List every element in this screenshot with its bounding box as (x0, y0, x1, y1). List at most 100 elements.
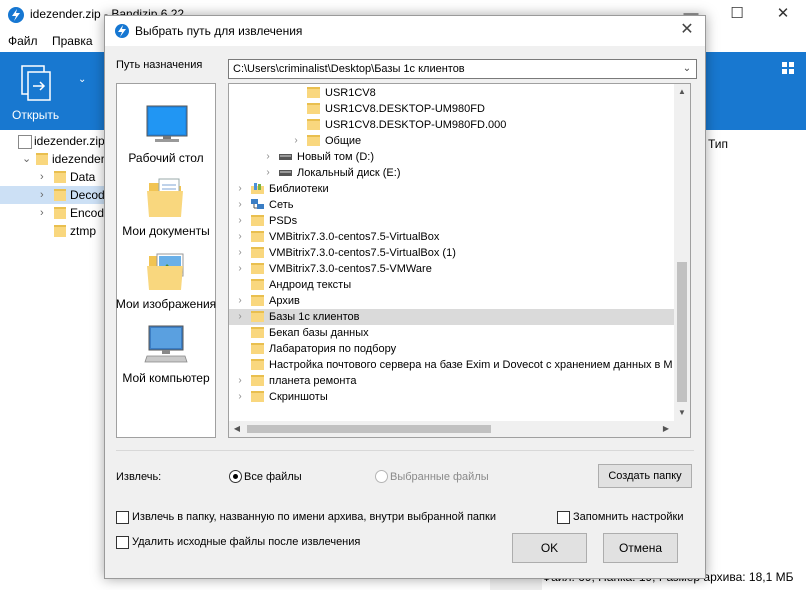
folder-icon (54, 189, 66, 201)
tree-expander-chevron-icon[interactable]: › (235, 373, 245, 389)
tree-expander-chevron-icon[interactable]: › (235, 293, 245, 309)
folder-tree-item[interactable]: › Сеть (229, 197, 674, 213)
tree-expander-chevron-icon[interactable]: › (263, 165, 273, 181)
tree-vertical-scrollbar[interactable]: ▲ ▼ (674, 84, 690, 421)
tree-expander-icon[interactable]: › (40, 168, 44, 186)
tree-horizontal-scrollbar[interactable]: ◀ ▶ (229, 421, 674, 437)
folder-tree-item[interactable]: › Архив (229, 293, 674, 309)
tree-expander-icon[interactable]: › (40, 186, 44, 204)
open-button-label[interactable]: Открыть (12, 108, 59, 122)
folder-icon (307, 103, 320, 114)
folder-icon (251, 215, 264, 226)
folder-tree-item[interactable]: › Скриншоты (229, 389, 674, 405)
folder-tree-item[interactable]: › планета ремонта (229, 373, 674, 389)
archive-tree-item[interactable]: › Decode (0, 186, 111, 204)
scroll-left-icon[interactable]: ◀ (229, 421, 245, 437)
tree-expander-chevron-icon[interactable]: › (235, 389, 245, 405)
folder-tree-item[interactable]: Бекап базы данных (229, 325, 674, 341)
open-archive-icon[interactable] (20, 64, 54, 102)
folder-icon (251, 327, 264, 338)
cancel-button[interactable]: Отмена (603, 533, 678, 563)
tree-expander-chevron-icon[interactable]: › (235, 245, 245, 261)
folder-tree-item-label: Андроид тексты (269, 279, 352, 291)
checkbox-delete-source[interactable] (116, 536, 129, 549)
folder-tree-item[interactable]: Лабаратория по подбору (229, 341, 674, 357)
folder-tree-item-label: USR1CV8.DESKTOP-UM980FD (325, 103, 485, 115)
maximize-button[interactable]: ☐ (714, 0, 760, 30)
archive-tree-item[interactable]: idezender.zip (0, 132, 105, 150)
folder-tree-item-label: PSDs (269, 215, 298, 227)
tree-expander-chevron-icon[interactable]: › (235, 197, 245, 213)
horizontal-scroll-thumb[interactable] (247, 425, 491, 433)
scroll-up-icon[interactable]: ▲ (674, 84, 690, 100)
archive-tree-item[interactable]: ⌄ idezender (0, 150, 105, 168)
menu-file[interactable]: Файл (8, 34, 38, 48)
tree-expander-icon[interactable]: › (40, 204, 44, 222)
view-grid-icon[interactable] (782, 62, 794, 74)
folder-tree-item-label: Сеть (269, 199, 294, 211)
extract-path-dialog: Выбрать путь для извлечения ✕ Путь назна… (104, 15, 706, 579)
folder-tree-item[interactable]: › Общие (229, 133, 674, 149)
folder-tree-item[interactable]: › VMBitrix7.3.0-centos7.5-VirtualBox (1) (229, 245, 674, 261)
tree-expander-chevron-icon[interactable]: › (235, 181, 245, 197)
radio-selected-files-label: Выбранные файлы (390, 471, 489, 483)
tree-expander-chevron-icon[interactable]: › (235, 309, 245, 325)
create-folder-button[interactable]: Создать папку (598, 464, 692, 488)
pictures-icon (143, 250, 189, 292)
folder-tree-item[interactable]: › Новый том (D:) (229, 149, 674, 165)
close-window-button[interactable]: ✕ (760, 0, 806, 30)
folder-tree-item-label: Базы 1с клиентов (269, 311, 360, 323)
tree-expander-icon[interactable]: ⌄ (22, 150, 31, 168)
checkbox-extract-to-folder[interactable] (116, 511, 129, 524)
drive-icon (279, 151, 292, 162)
folder-tree-item[interactable]: Настройка почтового сервера на базе Exim… (229, 357, 674, 373)
folder-icon (251, 375, 264, 386)
folder-tree-item[interactable]: › PSDs (229, 213, 674, 229)
archive-tree-item[interactable]: › Encode (0, 204, 111, 222)
folder-tree-item[interactable]: Андроид тексты (229, 277, 674, 293)
documents-icon (143, 177, 189, 219)
dialog-close-icon[interactable]: ✕ (677, 20, 697, 40)
archive-tree-item[interactable]: › Data (0, 168, 104, 186)
places-panel: Рабочий стол Мои документы Мои изображен… (116, 83, 216, 438)
folder-tree-item[interactable]: › VMBitrix7.3.0-centos7.5-VMWare (229, 261, 674, 277)
radio-all-files-label[interactable]: Все файлы (244, 471, 302, 483)
folder-tree-item-label: Лабаратория по подбору (269, 343, 397, 355)
folder-tree-item[interactable]: › Библиотеки (229, 181, 674, 197)
folder-tree-item[interactable]: USR1CV8.DESKTOP-UM980FD.000 (229, 117, 674, 133)
checkbox-remember-settings-label[interactable]: Запомнить настройки (573, 511, 684, 523)
archive-tree-item-label: idezender (52, 152, 105, 166)
tree-expander-chevron-icon[interactable]: › (263, 149, 273, 165)
folder-tree-item[interactable]: › VMBitrix7.3.0-centos7.5-VirtualBox (229, 229, 674, 245)
tree-expander-chevron-icon[interactable]: › (235, 229, 245, 245)
destination-path-combobox[interactable]: C:\Users\criminalist\Desktop\Базы 1с кли… (228, 59, 697, 79)
folder-tree-item-label: VMBitrix7.3.0-centos7.5-VMWare (269, 263, 432, 275)
folder-tree-item-label: Настройка почтового сервера на базе Exim… (269, 359, 673, 371)
folder-icon (251, 279, 264, 290)
folder-tree-item[interactable]: › Локальный диск (E:) (229, 165, 674, 181)
tree-expander-chevron-icon[interactable]: › (235, 261, 245, 277)
folder-tree-item[interactable]: USR1CV8 (229, 85, 674, 101)
scroll-down-icon[interactable]: ▼ (674, 405, 690, 421)
checkbox-delete-source-label[interactable]: Удалить исходные файлы после извлечения (132, 536, 360, 548)
checkbox-remember-settings[interactable] (557, 511, 570, 524)
folder-tree-item-label: Архив (269, 295, 300, 307)
archive-tree-item[interactable]: ztmp (0, 222, 104, 240)
radio-all-files-button[interactable] (229, 470, 242, 483)
folder-tree-item[interactable]: USR1CV8.DESKTOP-UM980FD (229, 101, 674, 117)
tree-expander-chevron-icon[interactable]: › (291, 133, 301, 149)
vertical-scroll-thumb[interactable] (677, 262, 687, 402)
column-header-type[interactable]: Тип (708, 137, 728, 151)
menu-edit[interactable]: Правка (52, 34, 93, 48)
archive-tree-item-label: idezender.zip (34, 134, 105, 148)
folder-tree-item[interactable]: › Базы 1с клиентов (229, 309, 674, 325)
open-dropdown-chevron-icon[interactable]: ⌄ (78, 74, 86, 85)
tree-expander-chevron-icon[interactable]: › (235, 213, 245, 229)
ok-button[interactable]: OK (512, 533, 587, 563)
folder-icon (54, 171, 66, 183)
folder-icon (251, 231, 264, 242)
combobox-chevron-down-icon[interactable]: ⌄ (680, 60, 694, 78)
scroll-right-icon[interactable]: ▶ (658, 421, 674, 437)
folder-tree[interactable]: › Скриншоты › планета ремонта Настройка почт… (228, 83, 691, 438)
checkbox-extract-to-folder-label[interactable]: Извлечь в папку, названную по имени архи… (132, 511, 496, 523)
